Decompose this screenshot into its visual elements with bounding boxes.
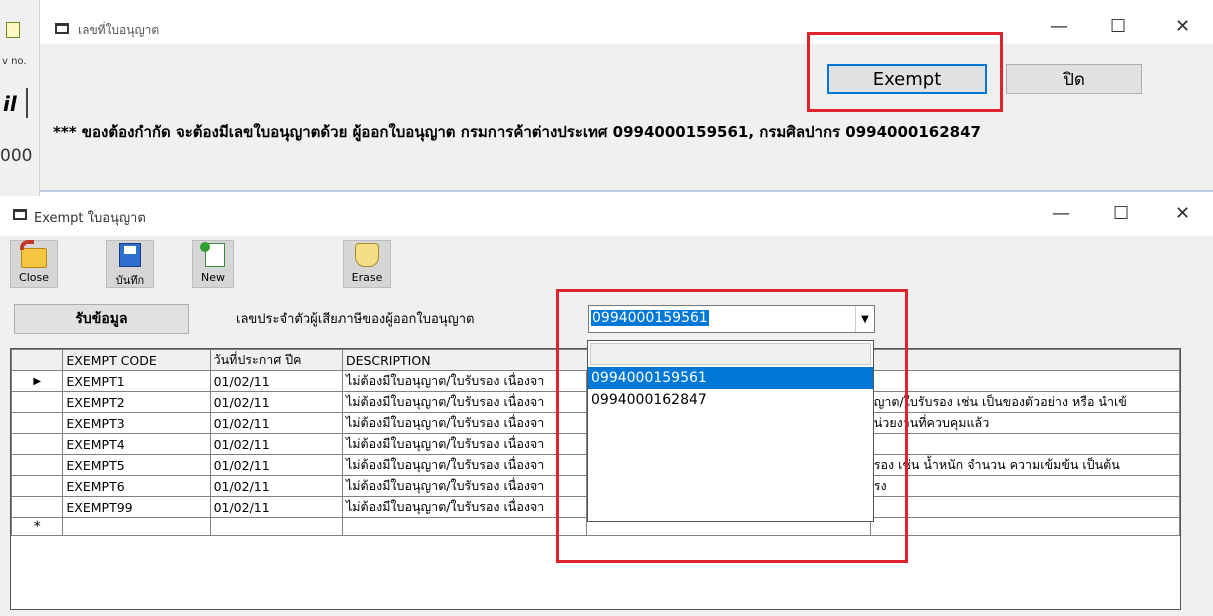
cell-description[interactable]: ไม่ต้องมีใบอนุญาต/ใบรับรอง เนื่องจา [341, 433, 588, 455]
background-label: v no. [2, 56, 27, 67]
cell-description[interactable]: ไม่ต้องมีใบอนุญาต/ใบรับรอง เนื่องจา [341, 412, 588, 434]
toolbar-new-button[interactable]: New [192, 240, 234, 288]
close-window-button[interactable]: ✕ [1175, 16, 1190, 37]
current-row-arrow-icon: ▶ [10, 370, 64, 392]
cell-exempt-code[interactable]: EXEMPT99 [62, 496, 211, 518]
minimize-button[interactable]: — [1050, 16, 1068, 37]
toolbar-new-label: New [201, 271, 225, 284]
toolbar-close-button[interactable]: Close [10, 240, 58, 288]
cell-exempt-code[interactable]: EXEMPT4 [62, 433, 211, 455]
window-icon [55, 23, 69, 34]
cell-exempt-code[interactable]: EXEMPT3 [62, 412, 211, 434]
cell-description[interactable]: ไม่ต้องมีใบอนุญาต/ใบรับรอง เนื่องจา [341, 454, 588, 476]
close-button[interactable]: ปิด [1006, 64, 1142, 94]
cell-description-continued[interactable]: รง [869, 475, 1181, 497]
license-number-window: เลขที่ใบอนุญาต — ☐ ✕ Exempt ปิด *** ของต… [40, 0, 1213, 192]
document-icon [6, 22, 20, 38]
maximize-button[interactable]: ☐ [1113, 203, 1129, 224]
cell-date[interactable]: 01/02/11 [209, 454, 343, 476]
cell-description[interactable]: ไม่ต้องมีใบอนุญาต/ใบรับรอง เนื่องจา [341, 496, 588, 518]
background-divider [26, 88, 28, 118]
toolbar-save-label: บันทึก [115, 274, 145, 287]
permit-notice-text: *** ของต้องกำกัด จะต้องมีเลขใบอนุญาตด้วย… [53, 123, 981, 141]
new-document-icon [199, 242, 227, 269]
cell-date[interactable]: 01/02/11 [209, 475, 343, 497]
annotation-box-exempt [807, 32, 1003, 112]
annotation-box-dropdown [556, 289, 908, 563]
close-window-button[interactable]: ✕ [1175, 203, 1190, 224]
column-header-exempt-code[interactable]: EXEMPT CODE [62, 349, 211, 371]
fetch-data-button[interactable]: รับข้อมูล [14, 304, 189, 334]
new-row-asterisk-icon: * [10, 517, 64, 536]
row-selector-header [10, 349, 64, 371]
cell-date[interactable]: 01/02/11 [209, 370, 343, 392]
cell-date[interactable]: 01/02/11 [209, 496, 343, 518]
cell-description-continued[interactable] [869, 433, 1181, 455]
cell-exempt-code[interactable]: EXEMPT6 [62, 475, 211, 497]
column-header-announce-date[interactable]: วันที่ประกาศ ปีค [209, 349, 343, 371]
cell-exempt-code[interactable]: EXEMPT2 [62, 391, 211, 413]
toolbar-erase-button[interactable]: Erase [343, 240, 391, 288]
background-italic-text: il [3, 92, 17, 116]
cell-date[interactable]: 01/02/11 [209, 391, 343, 413]
cell-description[interactable]: ไม่ต้องมีใบอนุญาต/ใบรับรอง เนื่องจา [341, 370, 588, 392]
save-icon [116, 243, 144, 269]
cell-date[interactable]: 01/02/11 [209, 412, 343, 434]
exempt-window-title: Exempt ใบอนุญาต [34, 211, 146, 226]
cell-description-continued[interactable]: น่วยงานที่ควบคุมแล้ว [869, 412, 1181, 434]
maximize-button[interactable]: ☐ [1110, 16, 1126, 37]
toolbar-close-label: Close [19, 271, 49, 284]
window-icon [13, 209, 27, 220]
minimize-button[interactable]: — [1052, 203, 1070, 224]
background-app-fragment: v no. il 000 [0, 0, 40, 196]
cell-date[interactable]: 01/02/11 [209, 433, 343, 455]
cell-description-continued[interactable]: รอง เช่น น้ำหนัก จำนวน ความเข้มข้น เป็นต… [869, 454, 1181, 476]
cell-exempt-code[interactable]: EXEMPT5 [62, 454, 211, 476]
toolbar-erase-label: Erase [351, 271, 383, 284]
exempt-window-titlebar[interactable]: Exempt ใบอนุญาต — ☐ ✕ [0, 196, 1213, 236]
eraser-icon [353, 243, 381, 269]
license-window-title: เลขที่ใบอนุญาต [78, 23, 160, 37]
cell-description-continued[interactable] [869, 496, 1181, 518]
folder-back-icon [20, 240, 48, 269]
cell-description-continued[interactable] [869, 370, 1181, 392]
background-number: 000 [0, 146, 33, 166]
cell-description[interactable]: ไม่ต้องมีใบอนุญาต/ใบรับรอง เนื่องจา [341, 475, 588, 497]
toolbar-save-button[interactable]: บันทึก [106, 240, 154, 288]
cell-exempt-code[interactable]: EXEMPT1 [62, 370, 211, 392]
cell-description[interactable]: ไม่ต้องมีใบอนุญาต/ใบรับรอง เนื่องจา [341, 391, 588, 413]
license-window-titlebar[interactable]: เลขที่ใบอนุญาต — ☐ ✕ [40, 0, 1213, 44]
cell-description-continued[interactable]: ญาต/ใบรับรอง เช่น เป็นของตัวอย่าง หรือ น… [869, 391, 1181, 413]
issuer-tax-id-label: เลขประจำตัวผู้เสียภาษีของผู้ออกใบอนุญาต [236, 312, 475, 327]
